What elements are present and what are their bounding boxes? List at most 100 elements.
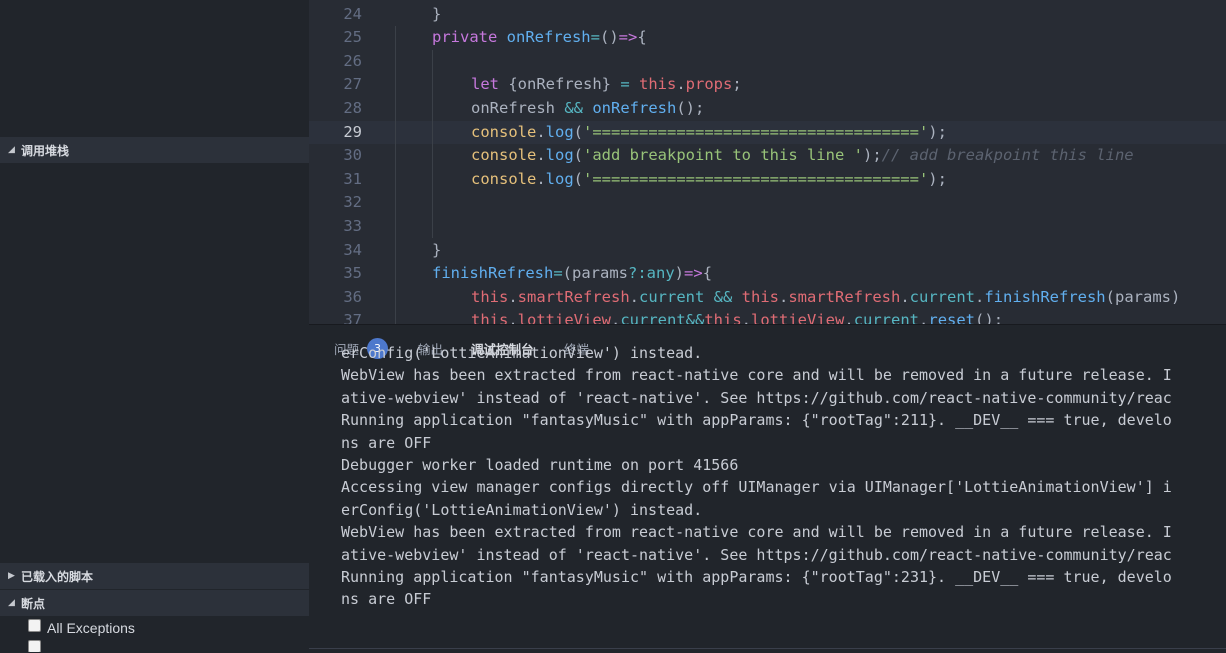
code-token: log <box>545 169 574 188</box>
code-token: // add breakpoint this line <box>881 146 1134 165</box>
code-token: current <box>620 311 686 324</box>
code-line[interactable]: 36 this.smartRefresh.current && this.smar… <box>309 286 1226 310</box>
code-token: . <box>741 311 752 324</box>
line-number[interactable]: 26 <box>309 50 362 74</box>
code-token: lottieView <box>751 311 845 324</box>
code-token: ); <box>928 169 947 188</box>
line-number[interactable]: 33 <box>309 215 362 239</box>
code-token: . <box>676 75 686 94</box>
code-token: any <box>646 264 675 283</box>
line-number[interactable]: 29 <box>309 121 362 145</box>
all-exceptions-checkbox[interactable] <box>28 618 41 632</box>
code-token: . <box>508 311 518 324</box>
code-token: && <box>713 287 742 306</box>
loaded-scripts-label: 已载入的脚本 <box>21 569 94 584</box>
code-line[interactable]: 32 <box>309 191 1226 215</box>
code-token: ( <box>573 169 584 188</box>
code-token: (params) <box>1105 287 1181 306</box>
code-token: . <box>508 287 518 306</box>
line-number[interactable]: 32 <box>309 191 362 215</box>
code-token: . <box>900 287 910 306</box>
breakpoints-header[interactable]: ◢ 断点 <box>0 590 309 616</box>
code-line[interactable]: 30 console.log('add breakpoint to this li… <box>309 144 1226 168</box>
debug-console-output[interactable]: erConfig('LottieAnimationView') instead.… <box>341 344 1226 611</box>
console-line: WebView has been extracted from react-na… <box>341 366 1172 385</box>
code-token: props <box>685 75 733 94</box>
code-token: this <box>638 75 677 94</box>
code-token: ( <box>573 122 584 141</box>
code-token: ); <box>862 146 882 165</box>
code-text: } <box>432 239 441 263</box>
line-number[interactable]: 36 <box>309 286 362 310</box>
breakpoint-all-exceptions[interactable]: All Exceptions <box>28 618 135 636</box>
code-token: {onRefresh} <box>508 75 621 94</box>
line-number[interactable]: 31 <box>309 168 362 192</box>
code-token: . <box>536 169 546 188</box>
code-line[interactable]: 26 <box>309 50 1226 74</box>
line-number[interactable]: 35 <box>309 262 362 286</box>
code-line[interactable]: 25 private onRefresh=()=>{ <box>309 26 1226 50</box>
code-token: . <box>536 122 546 141</box>
loaded-scripts-header[interactable]: ▶ 已载入的脚本 <box>0 563 309 589</box>
console-line: ns are OFF <box>341 433 432 452</box>
line-number[interactable]: 27 <box>309 73 362 97</box>
code-editor[interactable]: 24} 25 private onRefresh=()=>{26 27 let {onR… <box>309 0 1226 324</box>
line-number[interactable]: 25 <box>309 26 362 50</box>
code-text: onRefresh && onRefresh(); <box>471 97 704 121</box>
line-number[interactable]: 34 <box>309 239 362 263</box>
console-line: ative-webview' instead of 'react-native'… <box>341 545 1172 564</box>
code-line[interactable]: 24} <box>309 3 1226 27</box>
code-token: . <box>629 287 639 306</box>
line-number[interactable]: 24 <box>309 3 362 27</box>
breakpoint-checkbox[interactable] <box>28 640 41 652</box>
code-token: . <box>844 311 854 324</box>
code-token: smartRefresh <box>517 287 630 306</box>
code-line[interactable]: 27 let {onRefresh} = this.props; <box>309 73 1226 97</box>
console-line: erConfig('LottieAnimationView') instead. <box>341 500 703 519</box>
line-number[interactable]: 37 <box>309 309 362 324</box>
code-line[interactable]: 31 console.log('=========================… <box>309 168 1226 192</box>
code-line[interactable]: 35 finishRefresh=(params?:any)=>{ <box>309 262 1226 286</box>
code-text: this.lottieView.current&&this.lottieView… <box>471 309 1003 324</box>
code-token: = <box>590 28 600 47</box>
code-token: ( <box>573 146 584 165</box>
code-line[interactable]: 37 this.lottieView.current&&this.lottieVi… <box>309 309 1226 324</box>
debug-sidebar: ◢ 调用堆栈 ▶ 已载入的脚本 ◢ 断点 All Exceptions <box>0 0 309 652</box>
line-number[interactable]: 30 <box>309 144 362 168</box>
bottom-panel: 问题 3 输出 调试控制台 终端 erConfig('LottieAnimati… <box>309 324 1226 653</box>
code-token: (); <box>975 311 1004 324</box>
console-line: erConfig('LottieAnimationView') instead. <box>341 344 703 362</box>
chevron-down-icon: ◢ <box>8 145 15 155</box>
console-line: ative-webview' instead of 'react-native'… <box>341 388 1172 407</box>
code-token: => <box>618 28 638 47</box>
code-text: console.log('add breakpoint to this line… <box>471 144 1134 168</box>
code-text: } <box>432 3 441 27</box>
code-text: let {onRefresh} = this.props; <box>471 73 742 97</box>
code-token: this <box>471 287 509 306</box>
code-text: console.log('===========================… <box>471 121 947 145</box>
code-line[interactable]: 33 <box>309 215 1226 239</box>
code-token: log <box>545 146 574 165</box>
code-line[interactable]: 29 console.log('=========================… <box>309 120 1226 145</box>
code-token: . <box>611 311 621 324</box>
indent-guide <box>395 26 396 324</box>
code-token: onRefresh <box>471 98 565 117</box>
code-token: { <box>637 28 647 47</box>
code-token: ?: <box>628 264 647 283</box>
breakpoint-item[interactable] <box>28 640 47 652</box>
console-line: Running application "fantasyMusic" with … <box>341 568 1172 587</box>
call-stack-header[interactable]: ◢ 调用堆栈 <box>0 137 309 163</box>
line-number[interactable]: 28 <box>309 97 362 121</box>
code-token: . <box>974 287 985 306</box>
code-token: log <box>545 122 574 141</box>
code-token: this <box>704 311 742 324</box>
code-token: console <box>471 169 537 188</box>
code-token: this <box>741 287 779 306</box>
code-line[interactable]: 28 onRefresh && onRefresh(); <box>309 97 1226 121</box>
breakpoint-label: All Exceptions <box>47 620 135 636</box>
code-line[interactable]: 34} <box>309 239 1226 263</box>
console-line: ns are OFF <box>341 590 432 609</box>
code-token: . <box>536 146 546 165</box>
code-token: = <box>553 264 563 283</box>
code-token: } <box>432 240 442 259</box>
